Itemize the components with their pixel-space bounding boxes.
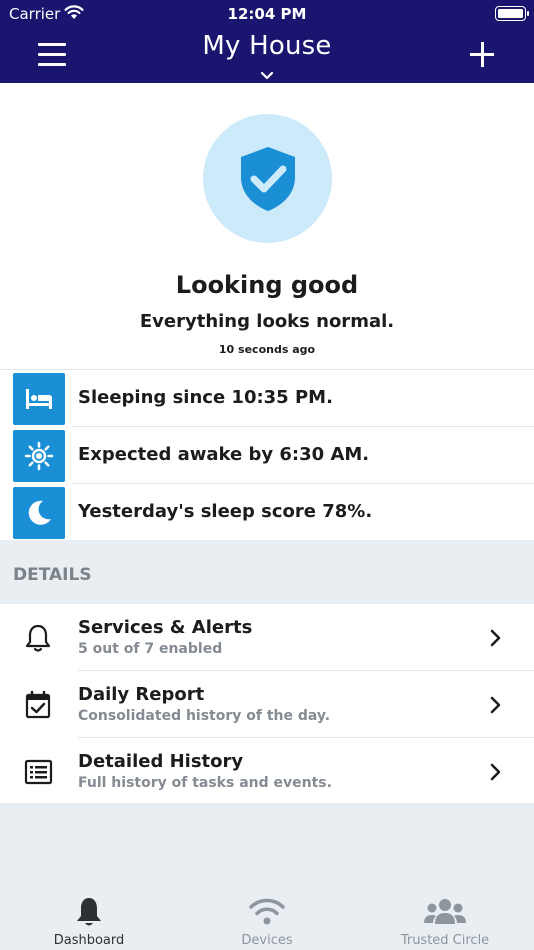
services-alerts-row[interactable]: Services & Alerts 5 out of 7 enabled (0, 604, 534, 671)
chevron-right-icon (488, 762, 502, 786)
list-item: Yesterday's sleep score 78%. (0, 484, 534, 541)
status-title: Looking good (175, 271, 359, 299)
row-subtitle: Consolidated history of the day. (78, 708, 331, 724)
tab-label: Devices (241, 933, 293, 948)
tab-label: Trusted Circle (400, 933, 490, 948)
home-selector[interactable]: My House (167, 28, 367, 82)
row-subtitle: Full history of tasks and events. (78, 775, 332, 791)
row-subtitle: 5 out of 7 enabled (78, 641, 223, 657)
status-subtitle: Everything looks normal. (139, 311, 395, 332)
status-text: Expected awake by 6:30 AM. (78, 444, 370, 465)
status-bar: Carrier 12:04 PM (0, 0, 534, 28)
status-text: Yesterday's sleep score 78%. (78, 501, 373, 522)
shield-badge (203, 114, 332, 243)
bell-icon (77, 898, 101, 926)
row-title: Services & Alerts (78, 617, 253, 638)
detailed-history-row[interactable]: Detailed History Full history of tasks a… (0, 738, 534, 805)
tab-dashboard[interactable]: Dashboard (0, 882, 178, 950)
group-icon (424, 899, 466, 924)
page-title: My House (202, 31, 332, 61)
details-section-header: DETAILS (0, 540, 534, 604)
tab-bar: Dashboard Devices Trusted Circle (0, 882, 534, 950)
chevron-right-icon (488, 628, 502, 652)
sun-icon (13, 430, 65, 482)
add-button[interactable] (462, 36, 502, 74)
status-summary: Looking good Everything looks normal. 10… (0, 83, 534, 370)
status-text: Sleeping since 10:35 PM. (78, 387, 333, 408)
tab-label: Dashboard (53, 933, 125, 948)
section-title: DETAILS (13, 565, 92, 585)
menu-button[interactable] (34, 38, 70, 70)
row-title: Daily Report (78, 684, 205, 705)
bell-icon (22, 622, 54, 658)
tab-trusted-circle[interactable]: Trusted Circle (356, 882, 534, 950)
last-updated: 10 seconds ago (218, 343, 316, 356)
shield-check-icon (241, 147, 295, 211)
app-header: Carrier 12:04 PM My House (0, 0, 534, 83)
tab-devices[interactable]: Devices (178, 882, 356, 950)
row-title: Detailed History (78, 751, 244, 772)
details-list: Services & Alerts 5 out of 7 enabled Dai… (0, 604, 534, 803)
moon-icon (13, 487, 65, 539)
list-icon (22, 756, 54, 792)
wifi-icon (249, 898, 285, 925)
battery-icon (495, 6, 529, 21)
chevron-right-icon (488, 695, 502, 719)
list-item: Sleeping since 10:35 PM. (0, 370, 534, 427)
calendar-check-icon (22, 689, 54, 725)
daily-report-row[interactable]: Daily Report Consolidated history of the… (0, 671, 534, 738)
list-item: Expected awake by 6:30 AM. (0, 427, 534, 484)
sleep-status-list: Sleeping since 10:35 PM. Expected awake … (0, 369, 534, 540)
status-time: 12:04 PM (227, 5, 307, 23)
bed-icon (13, 373, 65, 425)
